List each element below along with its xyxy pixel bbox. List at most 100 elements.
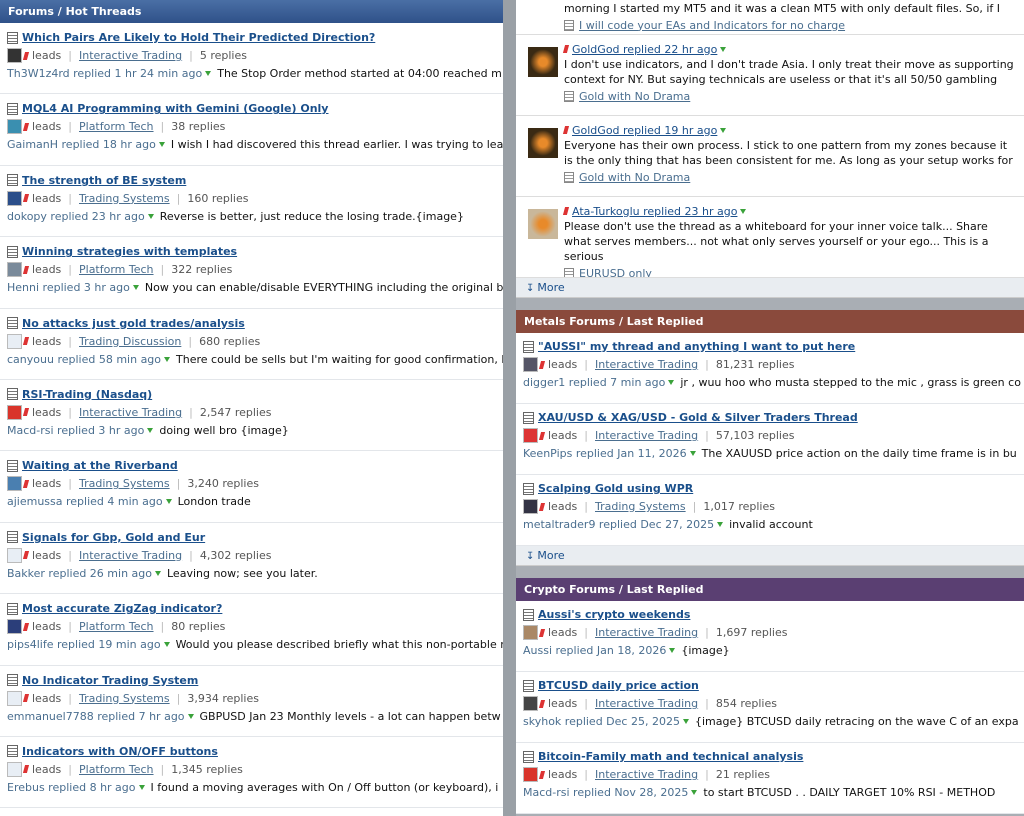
expand-icon[interactable] — [740, 208, 747, 214]
avatar[interactable] — [7, 48, 22, 63]
expand-icon[interactable] — [187, 713, 194, 719]
expand-icon[interactable] — [155, 570, 161, 576]
expand-icon[interactable] — [163, 642, 170, 648]
thread-title-link[interactable]: "AUSSI" my thread and anything I want to… — [538, 340, 855, 353]
last-reply-link[interactable]: canyouu replied 58 min ago — [7, 353, 161, 366]
last-reply-link[interactable]: Macd-rsi replied Nov 28, 2025 — [523, 786, 688, 799]
thread-title-link[interactable]: No attacks just gold trades/analysis — [22, 317, 245, 330]
avatar[interactable] — [523, 357, 538, 372]
forum-link[interactable]: Interactive Trading — [595, 768, 698, 781]
expand-icon[interactable] — [691, 790, 698, 795]
last-reply-link[interactable]: ajiemussa replied 4 min ago — [7, 495, 163, 508]
forum-link[interactable]: Interactive Trading — [79, 406, 182, 419]
forum-link[interactable]: Trading Discussion — [79, 335, 181, 348]
expand-icon[interactable] — [668, 380, 675, 385]
post-forum-link[interactable]: Gold with No Drama — [579, 171, 690, 184]
expand-icon[interactable] — [689, 451, 696, 456]
expand-icon[interactable] — [138, 784, 145, 790]
forum-link[interactable]: Interactive Trading — [79, 49, 182, 62]
forum-link[interactable]: Trading Systems — [79, 692, 170, 705]
forum-link[interactable]: Trading Systems — [79, 192, 170, 205]
thread-title-link[interactable]: RSI-Trading (Nasdaq) — [22, 388, 152, 401]
forum-link[interactable]: Interactive Trading — [79, 549, 182, 562]
expand-icon[interactable] — [720, 46, 727, 52]
post-forum-link[interactable]: Gold with No Drama — [579, 90, 690, 103]
expand-icon[interactable] — [147, 213, 154, 219]
avatar[interactable] — [523, 625, 538, 640]
thread-title-link[interactable]: BTCUSD daily price action — [538, 679, 699, 692]
last-reply-link[interactable]: digger1 replied 7 min ago — [523, 376, 665, 389]
avatar[interactable] — [523, 767, 538, 782]
expand-icon[interactable] — [164, 356, 171, 362]
last-reply-link[interactable]: GaimanH replied 18 hr ago — [7, 138, 156, 151]
last-reply-link[interactable]: skyhok replied Dec 25, 2025 — [523, 715, 680, 728]
avatar[interactable] — [7, 190, 22, 206]
thread-title-link[interactable]: Bitcoin-Family math and technical analys… — [538, 750, 803, 763]
avatar[interactable] — [528, 209, 558, 239]
thread-title-link[interactable]: MQL4 AI Programming with Gemini (Google)… — [22, 102, 328, 115]
thread-title-link[interactable]: Most accurate ZigZag indicator? — [22, 602, 222, 615]
post-author-link[interactable]: GoldGod replied 19 hr ago — [572, 124, 717, 137]
avatar[interactable] — [523, 499, 538, 514]
forum-link[interactable]: Trading Systems — [595, 500, 686, 513]
expand-icon[interactable] — [205, 71, 212, 76]
avatar[interactable] — [7, 404, 22, 420]
avatar[interactable] — [7, 262, 22, 278]
forum-link[interactable]: Platform Tech — [79, 120, 154, 133]
forum-link[interactable]: Interactive Trading — [595, 626, 698, 639]
thread-title-link[interactable]: Aussi's crypto weekends — [538, 608, 690, 621]
avatar[interactable] — [7, 476, 22, 492]
expand-icon[interactable] — [717, 522, 724, 527]
post-author-link[interactable]: Ata-Turkoglu replied 23 hr ago — [572, 205, 737, 218]
forum-link[interactable]: Platform Tech — [79, 263, 154, 276]
avatar[interactable] — [523, 696, 538, 711]
avatar[interactable] — [7, 333, 22, 349]
thread-title-link[interactable]: Signals for Gbp, Gold and Eur — [22, 531, 205, 544]
avatar[interactable] — [7, 547, 22, 563]
expand-icon[interactable] — [132, 285, 139, 291]
post-forum-link[interactable]: I will code your EAs and Indicators for … — [579, 19, 845, 32]
last-reply-link[interactable]: Aussi replied Jan 18, 2026 — [523, 644, 666, 657]
avatar[interactable] — [7, 761, 22, 777]
last-reply-link[interactable]: KeenPips replied Jan 11, 2026 — [523, 447, 687, 460]
metals-more-link[interactable]: ↧ More — [516, 546, 1024, 566]
thread-title-link[interactable]: Winning strategies with templates — [22, 245, 237, 258]
forum-link[interactable]: Platform Tech — [79, 620, 154, 633]
post-author-link[interactable]: GoldGod replied 22 hr ago — [572, 43, 717, 56]
last-reply-link[interactable]: pips4life replied 19 min ago — [7, 638, 161, 651]
avatar[interactable] — [528, 47, 558, 77]
thread-title-link[interactable]: Which Pairs Are Likely to Hold Their Pre… — [22, 31, 375, 44]
expand-icon[interactable] — [165, 499, 172, 505]
last-reply-link[interactable]: Henni replied 3 hr ago — [7, 281, 130, 294]
thread-title-link[interactable]: XAU/USD & XAG/USD - Gold & Silver Trader… — [538, 411, 858, 424]
thread-title-link[interactable]: Scalping Gold using WPR — [538, 482, 693, 495]
post-forum-link[interactable]: EURUSD only — [579, 267, 652, 278]
thread-title-link[interactable]: The strength of BE system — [22, 174, 186, 187]
expand-icon[interactable] — [158, 142, 165, 148]
forum-link[interactable]: Platform Tech — [79, 763, 154, 776]
avatar[interactable] — [528, 128, 558, 158]
last-reply-link[interactable]: Erebus replied 8 hr ago — [7, 781, 136, 794]
thread-title-link[interactable]: Waiting at the Riverband — [22, 459, 178, 472]
avatar[interactable] — [7, 690, 22, 706]
expand-icon[interactable] — [147, 427, 154, 433]
last-reply-link[interactable]: dokopy replied 23 hr ago — [7, 210, 145, 223]
last-reply-link[interactable]: Macd-rsi replied 3 hr ago — [7, 424, 144, 437]
forum-link[interactable]: Trading Systems — [79, 477, 170, 490]
last-reply-link[interactable]: emmanuel7788 replied 7 hr ago — [7, 710, 185, 723]
last-reply-link[interactable]: Th3W1z4rd replied 1 hr 24 min ago — [7, 67, 202, 80]
expand-icon[interactable] — [720, 127, 727, 133]
more-link[interactable]: ↧ More — [516, 278, 1024, 298]
forum-link[interactable]: Interactive Trading — [595, 429, 698, 442]
thread-title-link[interactable]: Indicators with ON/OFF buttons — [22, 745, 218, 758]
avatar[interactable] — [523, 428, 538, 443]
last-reply-link[interactable]: Bakker replied 26 min ago — [7, 567, 152, 580]
forum-link[interactable]: Interactive Trading — [595, 358, 698, 371]
forum-link[interactable]: Interactive Trading — [595, 697, 698, 710]
avatar[interactable] — [7, 619, 22, 635]
thread-title-link[interactable]: No Indicator Trading System — [22, 674, 198, 687]
expand-icon[interactable] — [669, 648, 676, 653]
expand-icon[interactable] — [682, 719, 689, 724]
last-reply-link[interactable]: metaltrader9 replied Dec 27, 2025 — [523, 518, 714, 531]
avatar[interactable] — [7, 119, 22, 135]
